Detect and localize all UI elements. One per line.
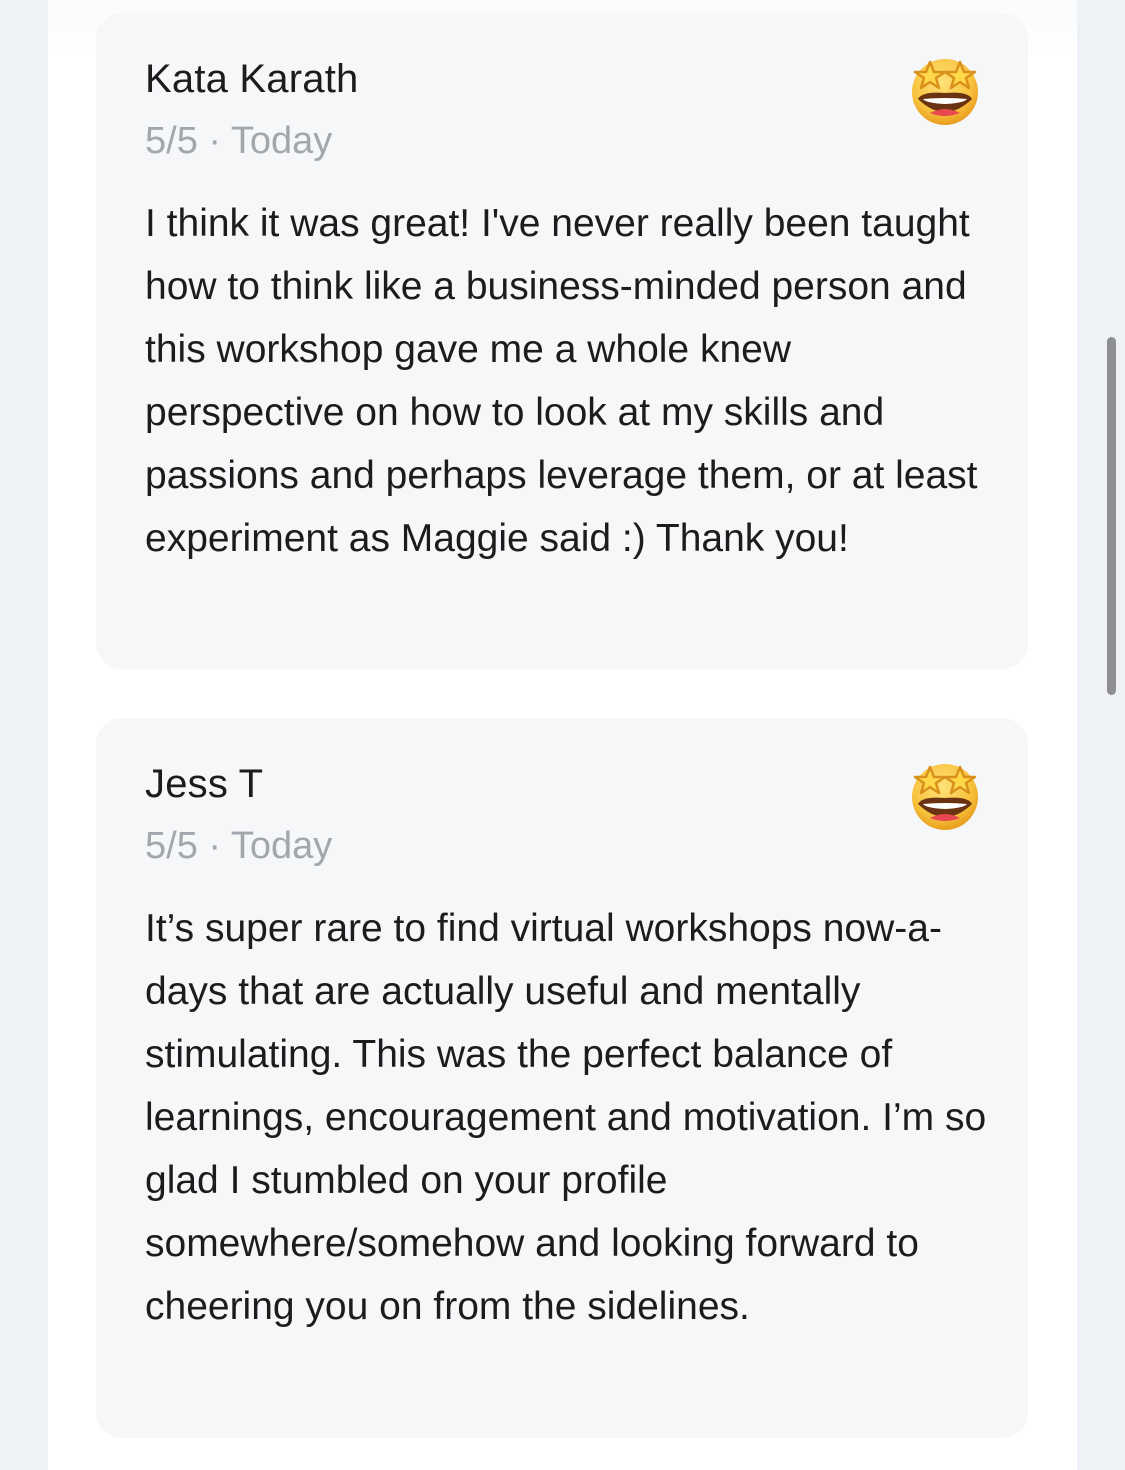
review-card: Jess T 5/5 · Today It’s super rare to fi… bbox=[96, 718, 1028, 1438]
reviewer-name: Jess T bbox=[145, 762, 264, 806]
star-struck-emoji-icon bbox=[912, 59, 978, 125]
scrollbar[interactable] bbox=[1100, 0, 1125, 1470]
review-rating-date: 5/5 · Today bbox=[145, 825, 333, 867]
review-rating-date: 5/5 · Today bbox=[145, 120, 333, 162]
review-card: Kata Karath 5/5 · Today I think it was g… bbox=[96, 13, 1028, 669]
scrollbar-thumb[interactable] bbox=[1107, 337, 1116, 695]
review-text: It’s super rare to find virtual workshop… bbox=[145, 907, 987, 1328]
star-struck-emoji-icon bbox=[912, 764, 978, 830]
reviewer-name: Kata Karath bbox=[145, 57, 359, 101]
review-text: I think it was great! I've never really … bbox=[145, 202, 978, 560]
